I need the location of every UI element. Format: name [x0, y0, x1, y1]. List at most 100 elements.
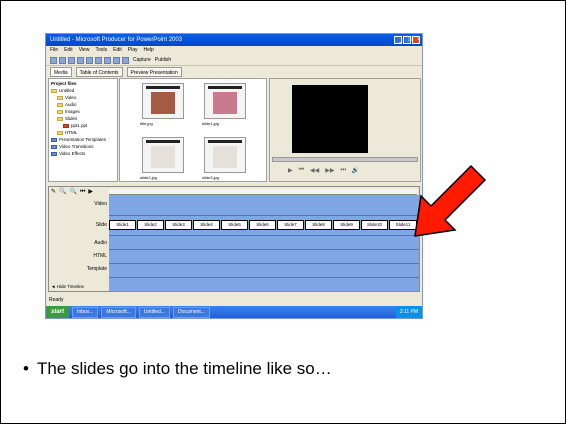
status-bar: Ready: [49, 297, 64, 303]
menu-edit-2[interactable]: Edit: [113, 46, 122, 55]
undo-icon[interactable]: [113, 56, 120, 64]
start-button[interactable]: start: [46, 306, 70, 318]
presentation-slide: Untitled - Microsoft Producer for PowerP…: [0, 0, 566, 424]
folder-icon: [57, 130, 63, 135]
timeline-tools: ✎ 🔍 🔍 ⏮ ▶: [51, 188, 93, 196]
tree-item-video-effects[interactable]: Video Effects: [51, 150, 115, 157]
menu-help[interactable]: Help: [143, 46, 153, 55]
window-titlebar: Untitled - Microsoft Producer for PowerP…: [46, 34, 422, 46]
tree-item-html[interactable]: HTML: [51, 129, 115, 136]
tab-preview-presentation[interactable]: Preview Presentation: [126, 67, 182, 77]
producer-screenshot: Untitled - Microsoft Producer for PowerP…: [45, 33, 423, 319]
timeline-slide-clip[interactable]: Slide6: [249, 220, 276, 230]
tab-bar: Media Table of Contents Preview Presenta…: [46, 67, 422, 77]
timeline-panel: ✎ 🔍 🔍 ⏮ ▶ Video Slide Audio HTML Templat…: [48, 186, 420, 292]
track-label-video: Video: [94, 201, 107, 207]
track-label-slide: Slide: [95, 222, 107, 228]
previous-icon[interactable]: ⏮: [299, 167, 304, 174]
timeline-tracks[interactable]: Slide1 Slide2 Slide3 Slide4 Slide5 Slide…: [109, 195, 419, 291]
slide-thumbnail[interactable]: [142, 137, 184, 173]
timeline-slide-clip[interactable]: Slide10: [361, 220, 388, 230]
maximize-button[interactable]: □: [403, 36, 412, 44]
timeline-slide-clip[interactable]: Slide7: [277, 220, 304, 230]
menu-file[interactable]: File: [50, 46, 58, 55]
capture-button[interactable]: Capture: [133, 57, 151, 63]
minimize-button[interactable]: _: [394, 36, 402, 44]
timeline-slide-clip[interactable]: Slide1: [109, 220, 136, 230]
transitions-icon: [51, 144, 57, 149]
templates-icon: [51, 137, 57, 142]
folder-icon: [57, 109, 63, 114]
publish-button[interactable]: Publish: [155, 57, 171, 63]
tab-media[interactable]: Media: [50, 67, 72, 77]
menu-bar: File Edit View Tools Edit Play Help: [46, 46, 422, 55]
system-clock: 3:11 PM: [395, 306, 422, 318]
effects-icon: [51, 151, 57, 156]
close-button[interactable]: ×: [412, 36, 421, 44]
timeline-slide-clip[interactable]: Slide2: [137, 220, 164, 230]
new-icon[interactable]: [50, 56, 57, 64]
player-controls: ▶ ⏮ ◀◀ ▶▶ ⏭ 🔊: [288, 167, 359, 174]
import-icon[interactable]: [77, 56, 84, 64]
slide-thumbnail[interactable]: [204, 83, 246, 119]
window-title: Untitled - Microsoft Producer for PowerP…: [50, 37, 183, 43]
slide-bullet: • The slides go into the timeline like so…: [23, 359, 332, 379]
menu-play[interactable]: Play: [128, 46, 138, 55]
zoom-out-icon[interactable]: 🔍: [70, 188, 77, 196]
track-label-audio: Audio: [94, 240, 107, 246]
volume-icon[interactable]: 🔊: [352, 167, 359, 174]
cut-icon[interactable]: [86, 56, 93, 64]
folder-icon: [57, 102, 63, 107]
fast-forward-icon[interactable]: ▶▶: [325, 167, 334, 174]
menu-view[interactable]: View: [79, 46, 90, 55]
next-icon[interactable]: ⏭: [341, 167, 346, 174]
thumbnail-caption: slide3.jpg: [202, 175, 219, 180]
timeline-slide-clip[interactable]: Slide8: [305, 220, 332, 230]
taskbar-item[interactable]: Untitled...: [138, 306, 170, 318]
video-preview-screen: [292, 85, 368, 153]
folder-icon: [57, 95, 63, 100]
tree-item-slides[interactable]: Slides: [51, 115, 115, 122]
menu-edit[interactable]: Edit: [64, 46, 73, 55]
windows-taskbar: start Inbox... Microsoft... Untitled... …: [46, 306, 422, 318]
hide-timeline-button[interactable]: ◄ Hide Timeline: [51, 284, 84, 289]
slide-thumbnail[interactable]: [142, 83, 184, 119]
tree-item-presentation-templates[interactable]: Presentation Templates: [51, 136, 115, 143]
tree-item-video-transitions[interactable]: Video Transitions: [51, 143, 115, 150]
edit-icon[interactable]: ✎: [51, 188, 56, 196]
folder-icon: [57, 116, 63, 121]
redo-icon[interactable]: [122, 56, 129, 64]
tree-item-ppt[interactable]: ppt1.ppt: [51, 122, 115, 129]
slide-thumbnail[interactable]: [204, 137, 246, 173]
timeline-slide-clip[interactable]: Slide3: [165, 220, 192, 230]
play-icon[interactable]: ▶: [288, 167, 293, 174]
open-icon[interactable]: [59, 56, 66, 64]
taskbar-item[interactable]: Document...: [173, 306, 210, 318]
play-timeline-icon[interactable]: ▶: [88, 188, 93, 196]
rewind-timeline-icon[interactable]: ⏮: [80, 188, 85, 196]
red-arrow-icon: [414, 164, 487, 237]
tab-table-of-contents[interactable]: Table of Contents: [75, 67, 123, 77]
media-thumbnails-pane: title.jpg slide1.jpg slide2.jpg slide3.j…: [119, 78, 267, 182]
copy-icon[interactable]: [95, 56, 102, 64]
powerpoint-icon: [63, 123, 69, 128]
tree-item-audio[interactable]: Audio: [51, 101, 115, 108]
tree-item-images[interactable]: Images: [51, 108, 115, 115]
rewind-icon[interactable]: ◀◀: [310, 167, 319, 174]
paste-icon[interactable]: [104, 56, 111, 64]
seek-bar[interactable]: [272, 157, 418, 162]
timeline-slide-clip[interactable]: Slide5: [221, 220, 248, 230]
zoom-in-icon[interactable]: 🔍: [59, 188, 66, 196]
tree-item-untitled[interactable]: Untitled: [51, 87, 115, 94]
tree-item-video[interactable]: Video: [51, 94, 115, 101]
timeline-slide-clip[interactable]: Slide9: [333, 220, 360, 230]
track-label-template: Template: [86, 266, 107, 272]
save-icon[interactable]: [68, 56, 75, 64]
folder-icon: [51, 88, 57, 93]
timeline-slide-clip[interactable]: Slide4: [193, 220, 220, 230]
toolbar: Capture Publish: [46, 55, 422, 66]
taskbar-item[interactable]: Microsoft...: [101, 306, 136, 318]
thumbnail-caption: slide1.jpg: [202, 121, 219, 126]
taskbar-item[interactable]: Inbox...: [72, 306, 99, 318]
menu-tools[interactable]: Tools: [95, 46, 107, 55]
